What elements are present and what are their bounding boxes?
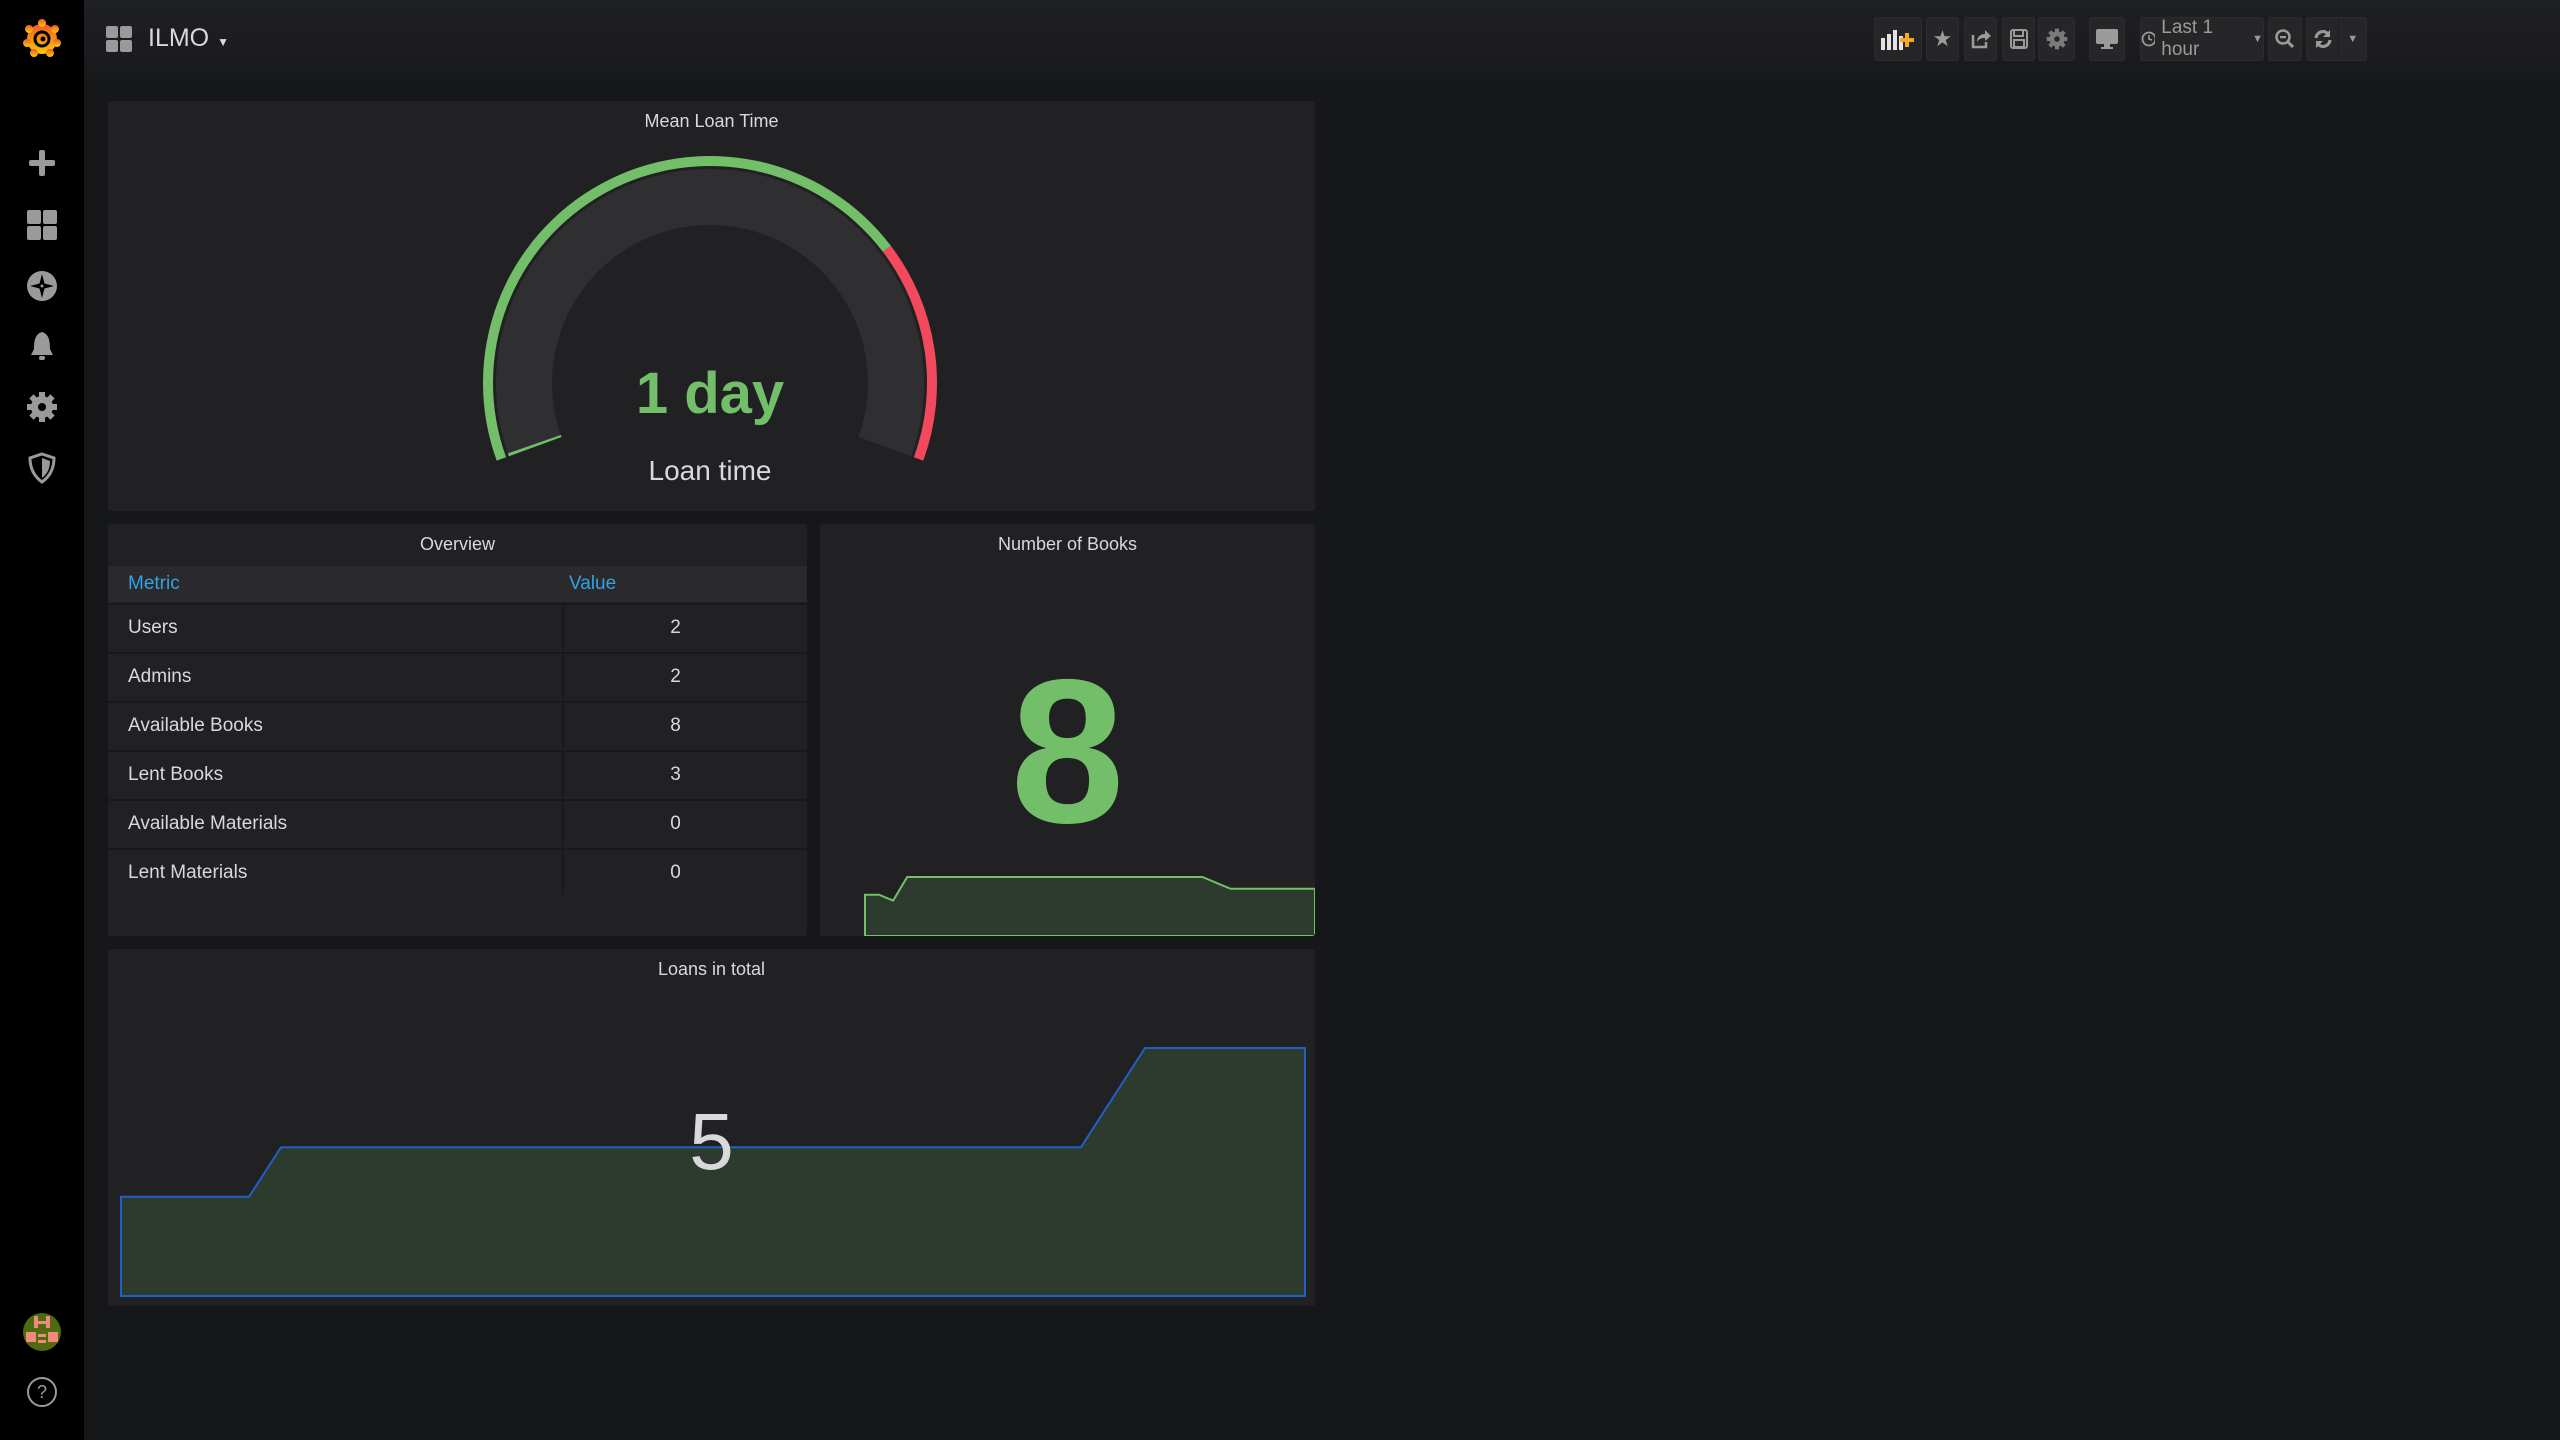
save-icon bbox=[2009, 29, 2028, 49]
overview-panel: Overview Metric Value Users 2 Admins 2 Avail… bbox=[108, 524, 807, 936]
books-sparkline-area bbox=[864, 876, 1315, 936]
value-cell: 2 bbox=[670, 665, 681, 687]
refresh-icon bbox=[2307, 29, 2338, 49]
add-panel-button[interactable] bbox=[1874, 17, 1922, 61]
star-icon: ★ bbox=[1932, 26, 1953, 51]
share-icon bbox=[1971, 30, 1991, 49]
table-header: Metric Value bbox=[108, 566, 807, 602]
avatar[interactable] bbox=[22, 1312, 62, 1352]
help-icon[interactable]: ? bbox=[22, 1372, 62, 1412]
value-cell: 2 bbox=[670, 616, 681, 638]
table-row: Lent Books 3 bbox=[108, 750, 807, 797]
caret-down-icon: ▼ bbox=[2252, 33, 2263, 45]
monitor-icon bbox=[2096, 29, 2118, 49]
time-range-label: Last 1 hour bbox=[2161, 17, 2214, 60]
table-row: Users 2 bbox=[108, 603, 807, 650]
tv-mode-button[interactable] bbox=[2089, 17, 2125, 61]
column-header-metric[interactable]: Metric bbox=[108, 573, 564, 595]
star-button[interactable]: ★ bbox=[1926, 17, 1959, 61]
gauge bbox=[483, 156, 937, 461]
share-button[interactable] bbox=[1964, 17, 1997, 61]
loans-value: 5 bbox=[689, 1097, 734, 1186]
gauge-value: 1 day bbox=[635, 361, 785, 426]
loans-in-total-panel: Loans in total 5 bbox=[108, 949, 1315, 1306]
zoom-out-icon bbox=[2275, 29, 2295, 49]
gear-icon bbox=[2046, 28, 2067, 50]
metric-cell: Users bbox=[108, 605, 564, 650]
clock-icon bbox=[2141, 31, 2156, 47]
metric-cell: Admins bbox=[108, 654, 564, 699]
table-row: Lent Materials 0 bbox=[108, 848, 807, 895]
value-cell: 0 bbox=[670, 861, 681, 883]
refresh-interval-dropdown[interactable]: ▼ bbox=[2338, 18, 2366, 60]
time-picker[interactable]: Last 1 hour ▼ bbox=[2140, 17, 2264, 61]
value-cell: 0 bbox=[670, 812, 681, 834]
value-cell: 3 bbox=[670, 763, 681, 785]
value-cell: 8 bbox=[670, 714, 681, 736]
refresh-button[interactable]: ▼ bbox=[2306, 17, 2367, 61]
save-button[interactable] bbox=[2002, 17, 2035, 61]
table-row: Available Books 8 bbox=[108, 701, 807, 748]
metric-cell: Available Books bbox=[108, 703, 564, 748]
panel-title[interactable]: Overview bbox=[108, 534, 807, 555]
svg-text:?: ? bbox=[37, 1382, 47, 1402]
settings-button[interactable] bbox=[2038, 17, 2075, 61]
books-value: 8 bbox=[1010, 637, 1125, 866]
table-row: Admins 2 bbox=[108, 652, 807, 699]
number-of-books-panel: Number of Books 8 bbox=[820, 524, 1315, 936]
metric-cell: Lent Materials bbox=[108, 850, 564, 895]
metric-cell: Available Materials bbox=[108, 801, 564, 846]
zoom-out-button[interactable] bbox=[2268, 17, 2302, 61]
table-row: Available Materials 0 bbox=[108, 799, 807, 846]
gauge-label: Loan time bbox=[648, 455, 772, 486]
column-header-value[interactable]: Value bbox=[564, 573, 616, 595]
metric-cell: Lent Books bbox=[108, 752, 564, 797]
